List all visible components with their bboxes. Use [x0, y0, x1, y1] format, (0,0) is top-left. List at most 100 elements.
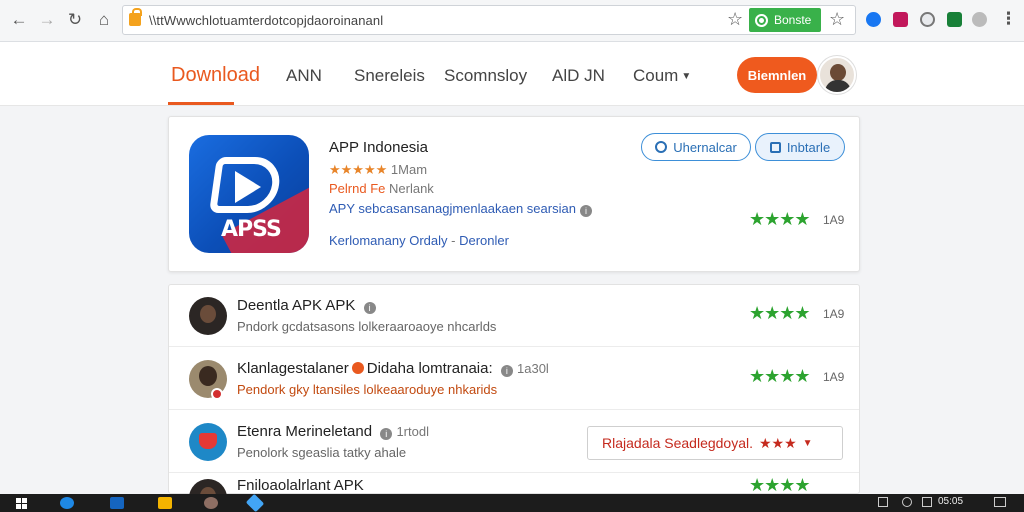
list-item-title: Klanlagestalaner Didaha lomtranaia: i 1a3… [237, 360, 549, 377]
list-item-avatar [189, 479, 227, 495]
url-text[interactable]: \\ttWwwchlotuamterdotcopjdaoroinananl [149, 13, 383, 28]
app-photo-icon[interactable] [204, 497, 218, 509]
app-blue-icon[interactable] [245, 493, 265, 512]
extension-button[interactable]: Bonste [749, 8, 821, 32]
lock-icon [129, 8, 142, 26]
list-item-partial[interactable]: Fniloaolalrlant APK ★★★★ [169, 473, 859, 495]
tray-battery-icon[interactable] [922, 497, 932, 507]
app-rating: ★★★★★ 1Mam [329, 162, 427, 178]
profile-icon[interactable] [972, 12, 987, 27]
nav-more-label: Coum [633, 66, 679, 85]
app-description-text: APY sebcasansanagjmenlaakaen searsian [329, 201, 576, 216]
list-item-count: 1A9 [823, 307, 845, 321]
nav-aldjn[interactable]: AlD JN [552, 66, 605, 86]
nav-scomnsloy[interactable]: Scomnsloy [444, 66, 527, 86]
extension-pink-icon[interactable] [893, 12, 908, 27]
fire-icon [351, 362, 364, 374]
rating-select-stars: ★★★ [759, 434, 797, 451]
list-item-title: Deentla APK APK i [237, 297, 376, 314]
browser-menu-icon[interactable]: ⋮ [1000, 9, 1017, 29]
developer-link[interactable]: Deronler [459, 233, 509, 248]
logo-text: APSS [221, 217, 282, 242]
extension-label: Bonste [774, 13, 812, 27]
nav-ann[interactable]: ANN [286, 66, 322, 86]
forward-arrow-icon[interactable]: → [36, 9, 58, 31]
favorite-star-icon[interactable]: ☆ [829, 9, 845, 30]
browser-toolbar: ← → ↻ ⌂ \\ttWwwchlotuamterdotcopjdaoroin… [0, 0, 1024, 42]
app-subtitle-highlight: Pelrnd Fe [329, 181, 386, 196]
list-item-count: 1A9 [823, 370, 845, 384]
header-cta-button[interactable]: Biemnlen [737, 57, 817, 93]
share-button[interactable]: Inbtarle [755, 133, 845, 161]
play-icon [235, 171, 261, 203]
wishlist-button[interactable]: Uhernalcar [641, 133, 751, 161]
list-item-title-b: Didaha lomtranaia: [366, 360, 493, 377]
user-avatar[interactable] [818, 56, 856, 94]
list-item-title: Fniloaolalrlant APK [237, 477, 364, 494]
list-item-title-text: Deentla APK APK [237, 297, 356, 314]
taskbar-clock[interactable]: 05:05 [938, 496, 963, 507]
list-item-stars: ★★★★ [749, 366, 811, 386]
list-item-stars: ★★★★ [749, 475, 811, 495]
windows-start-icon[interactable] [16, 498, 28, 509]
rating-count: 1Mam [390, 162, 428, 177]
active-tab-underline [168, 102, 234, 105]
back-arrow-icon[interactable]: ← [8, 9, 30, 31]
main-content: APSS APP Indonesia ★★★★★ 1Mam Pelrnd Fe … [0, 106, 1024, 495]
list-item-title-text: Etenra Merineletand [237, 423, 373, 440]
list-item-subtitle: Penolork sgeaslia tatky ahale [237, 445, 407, 460]
rating-stars: ★★★★★ [329, 162, 388, 177]
list-item-title: Etenra Merineletand i 1rtodl [237, 423, 429, 440]
info-icon[interactable]: i [380, 428, 393, 440]
edge-icon[interactable] [60, 497, 74, 509]
home-icon[interactable]: ⌂ [93, 9, 115, 31]
notification-center-icon[interactable] [994, 497, 1006, 507]
wishlist-label: Uhernalcar [673, 139, 737, 155]
developer-name[interactable]: Kerlomanany Ordaly [329, 233, 448, 248]
store-icon[interactable] [110, 497, 124, 509]
app-green-stars: ★★★★ [749, 209, 811, 229]
tray-volume-icon[interactable] [902, 497, 912, 507]
chevron-down-icon: ▼ [802, 437, 813, 449]
extension-blue-icon[interactable] [866, 12, 881, 27]
developer-separator: - [451, 233, 456, 248]
chevron-down-icon: ▼ [681, 71, 692, 82]
rating-select[interactable]: Rlajadala Seadlegdoyal. ★★★ ▼ [587, 426, 843, 460]
list-item-meta: 1rtodl [396, 424, 429, 439]
list-item[interactable]: Deentla APK APK i Pndork gcdatsasons lol… [169, 285, 859, 347]
bag-icon [769, 141, 781, 153]
list-item-avatar [189, 423, 227, 461]
folder-icon[interactable] [158, 497, 172, 509]
bookmark-star-icon[interactable]: ☆ [727, 9, 743, 30]
extension-gray-icon[interactable] [920, 12, 935, 27]
app-logo: APSS [189, 135, 309, 253]
tray-network-icon[interactable] [878, 497, 888, 507]
app-subtitle: Pelrnd Fe Nerlank [329, 181, 434, 196]
related-apps-list: Deentla APK APK i Pndork gcdatsasons lol… [168, 284, 860, 495]
info-icon[interactable]: i [579, 205, 592, 217]
share-label: Inbtarle [786, 139, 831, 155]
os-taskbar: 05:05 [0, 493, 1024, 512]
extension-icon [755, 13, 768, 27]
app-title: APP Indonesia [329, 139, 428, 156]
list-item-avatar [189, 297, 227, 335]
list-item[interactable]: Klanlagestalaner Didaha lomtranaia: i 1a3… [169, 348, 859, 410]
app-subtitle-rest: Nerlank [389, 181, 434, 196]
nav-snereleis[interactable]: Snereleis [354, 66, 425, 86]
nav-download[interactable]: Download [171, 64, 260, 87]
site-header: Download ANN Snereleis Scomnsloy AlD JN … [0, 42, 1024, 106]
list-item-stars: ★★★★ [749, 303, 811, 323]
reload-icon[interactable]: ↻ [64, 9, 86, 31]
list-item[interactable]: Etenra Merineletand i 1rtodl Penolork sg… [169, 411, 859, 473]
list-item-title-a: Klanlagestalaner [237, 360, 349, 377]
list-item-meta: 1a30l [517, 361, 549, 376]
app-description: APY sebcasansanagjmenlaakaen searsian i [329, 201, 592, 217]
info-icon[interactable]: i [500, 365, 513, 377]
nav-more-dropdown[interactable]: Coum ▼ [633, 66, 691, 86]
info-icon[interactable]: i [363, 302, 376, 314]
notification-badge-icon [211, 388, 223, 400]
rating-select-label: Rlajadala Seadlegdoyal. [602, 435, 753, 451]
extension-green-icon[interactable] [947, 12, 962, 27]
app-detail-card: APSS APP Indonesia ★★★★★ 1Mam Pelrnd Fe … [168, 116, 860, 272]
address-bar[interactable]: \\ttWwwchlotuamterdotcopjdaoroinananl ☆ … [122, 5, 856, 35]
